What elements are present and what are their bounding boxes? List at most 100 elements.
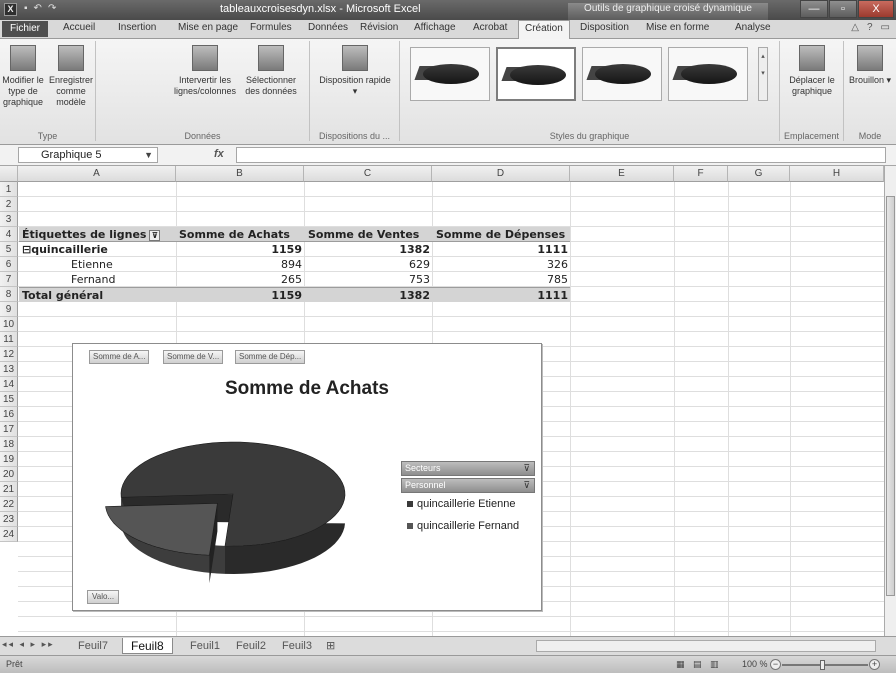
- save-icon[interactable]: ▪: [24, 3, 28, 14]
- excel-app-icon[interactable]: X: [4, 3, 17, 16]
- row-header[interactable]: 5: [0, 242, 18, 257]
- vertical-scrollbar[interactable]: [884, 166, 896, 636]
- row-header[interactable]: 19: [0, 452, 18, 467]
- pivot-total-achats[interactable]: 1159: [176, 287, 304, 302]
- row-header[interactable]: 8: [0, 287, 18, 302]
- pivot-row-label[interactable]: Fernand: [19, 272, 176, 287]
- tab-insert[interactable]: Insertion: [118, 22, 156, 33]
- row-header[interactable]: 2: [0, 197, 18, 212]
- row-header[interactable]: 12: [0, 347, 18, 362]
- row-header[interactable]: 22: [0, 497, 18, 512]
- redo-icon[interactable]: ↷: [48, 3, 56, 14]
- move-chart-button[interactable]: Déplacer le graphique: [784, 45, 840, 97]
- name-box[interactable]: Graphique 5 ▼: [18, 147, 158, 163]
- draft-mode-button[interactable]: Brouillon ▾: [846, 45, 894, 86]
- quick-layout-button[interactable]: Disposition rapide ▾: [318, 45, 392, 97]
- pivot-group-depenses[interactable]: 1111: [432, 242, 568, 257]
- row-header[interactable]: 11: [0, 332, 18, 347]
- pivot-row-depenses[interactable]: 785: [432, 272, 568, 287]
- chevron-down-icon[interactable]: ▼: [144, 148, 153, 162]
- chart-style-1[interactable]: [410, 47, 490, 101]
- minimize-ribbon-icon[interactable]: △: [851, 22, 859, 33]
- pivot-row-ventes[interactable]: 629: [304, 257, 430, 272]
- column-header-a[interactable]: A: [18, 166, 176, 182]
- legend-field-secteurs[interactable]: Secteurs ⊽: [401, 461, 535, 476]
- pivot-header-row-labels[interactable]: Étiquettes de lignes ⊽: [19, 227, 176, 242]
- row-header[interactable]: 23: [0, 512, 18, 527]
- pivot-header-depenses[interactable]: Somme de Dépenses: [432, 227, 570, 242]
- column-header-h[interactable]: H: [790, 166, 884, 182]
- vertical-scroll-thumb[interactable]: [886, 196, 895, 596]
- pivot-header-ventes[interactable]: Somme de Ventes: [304, 227, 432, 242]
- restore-window-icon[interactable]: ▭: [881, 22, 890, 33]
- filter-icon[interactable]: ⊽: [523, 479, 530, 492]
- pivot-row-label[interactable]: Etienne: [19, 257, 176, 272]
- row-header[interactable]: 3: [0, 212, 18, 227]
- chart-style-4[interactable]: [668, 47, 748, 101]
- chart-title[interactable]: Somme de Achats: [73, 378, 541, 400]
- row-header[interactable]: 1: [0, 182, 18, 197]
- chart-styles-scroll[interactable]: ▴ ▾: [758, 47, 768, 101]
- zoom-slider-thumb[interactable]: [820, 660, 825, 670]
- sheet-tab[interactable]: Feuil2: [228, 638, 274, 654]
- sheet-nav-buttons[interactable]: ◂◂ ◂ ▸ ▸▸: [2, 639, 55, 650]
- row-header[interactable]: 14: [0, 377, 18, 392]
- column-header-c[interactable]: C: [304, 166, 432, 182]
- row-header[interactable]: 24: [0, 527, 18, 542]
- legend-entry[interactable]: quincaillerie Etienne: [407, 498, 515, 510]
- tab-layout[interactable]: Disposition: [580, 22, 629, 33]
- pie-slice[interactable]: [105, 502, 218, 556]
- pivot-row-depenses[interactable]: 326: [432, 257, 568, 272]
- tab-home[interactable]: Accueil: [63, 22, 95, 33]
- insert-function-icon[interactable]: fx: [214, 148, 224, 160]
- chart-style-2[interactable]: [496, 47, 576, 101]
- zoom-out-icon[interactable]: −: [770, 659, 781, 670]
- pivot-total-ventes[interactable]: 1382: [304, 287, 432, 302]
- field-button-ventes[interactable]: Somme de V...: [163, 350, 224, 364]
- undo-icon[interactable]: ↶: [34, 3, 42, 14]
- insert-sheet-icon[interactable]: ⊞: [318, 638, 343, 654]
- row-header[interactable]: 7: [0, 272, 18, 287]
- row-header[interactable]: 13: [0, 362, 18, 377]
- horizontal-scrollbar[interactable]: [536, 640, 876, 652]
- help-icon[interactable]: ?: [867, 22, 873, 33]
- tab-acrobat[interactable]: Acrobat: [473, 22, 507, 33]
- row-header[interactable]: 17: [0, 422, 18, 437]
- chart-style-3[interactable]: [582, 47, 662, 101]
- zoom-in-icon[interactable]: +: [869, 659, 880, 670]
- tab-design[interactable]: Création: [518, 20, 570, 39]
- tab-format[interactable]: Mise en forme: [646, 22, 709, 33]
- legend-field-personnel[interactable]: Personnel ⊽: [401, 478, 535, 493]
- pivot-total-label[interactable]: Total général: [19, 287, 176, 302]
- formula-input[interactable]: [236, 147, 886, 163]
- row-header[interactable]: 18: [0, 437, 18, 452]
- pivot-chart[interactable]: Somme de A... Somme de V... Somme de Dép…: [72, 343, 542, 611]
- values-field-button[interactable]: Valo...: [87, 590, 120, 604]
- change-chart-type-button[interactable]: Modifier le type de graphique: [0, 45, 46, 108]
- tab-page-layout[interactable]: Mise en page: [178, 22, 238, 33]
- column-header-d[interactable]: D: [432, 166, 570, 182]
- pivot-group-ventes[interactable]: 1382: [304, 242, 430, 257]
- tab-file[interactable]: Fichier: [2, 21, 48, 37]
- select-data-button[interactable]: Sélectionner des données: [238, 45, 304, 97]
- tab-review[interactable]: Révision: [360, 22, 398, 33]
- row-header[interactable]: 15: [0, 392, 18, 407]
- save-as-template-button[interactable]: Enregistrer comme modèle: [48, 45, 94, 108]
- pivot-group-label[interactable]: ⊟quincaillerie: [19, 242, 176, 257]
- pivot-row-achats[interactable]: 894: [176, 257, 302, 272]
- sheet-tab-active[interactable]: Feuil8: [122, 638, 173, 654]
- sheet-tab[interactable]: Feuil3: [274, 638, 320, 654]
- column-header-f[interactable]: F: [674, 166, 728, 182]
- column-header-e[interactable]: E: [570, 166, 674, 182]
- field-button-depenses[interactable]: Somme de Dép...: [235, 350, 306, 364]
- minimize-button[interactable]: —: [800, 0, 828, 18]
- tab-view[interactable]: Affichage: [414, 22, 456, 33]
- sheet-tab[interactable]: Feuil1: [182, 638, 228, 654]
- tab-analyze[interactable]: Analyse: [735, 22, 771, 33]
- column-header-b[interactable]: B: [176, 166, 304, 182]
- zoom-level[interactable]: 100 %: [742, 659, 768, 669]
- pie-plot-area[interactable]: [73, 414, 373, 604]
- pivot-group-achats[interactable]: 1159: [176, 242, 302, 257]
- pivot-total-depenses[interactable]: 1111: [432, 287, 570, 302]
- column-header-g[interactable]: G: [728, 166, 790, 182]
